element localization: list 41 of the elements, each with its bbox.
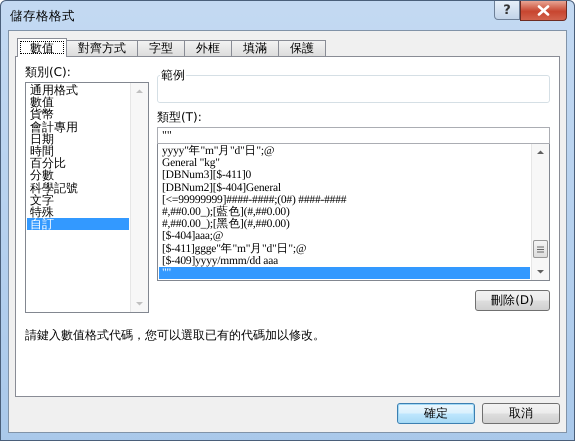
list-item[interactable]: 會計專用 (27, 120, 129, 133)
tab[interactable]: 數值 (17, 38, 67, 57)
close-button[interactable] (520, 1, 567, 21)
list-item[interactable]: 科學記號 (27, 182, 129, 194)
help-button[interactable]: ? (494, 1, 520, 20)
tab[interactable]: 對齊方式 (66, 40, 138, 56)
list-item[interactable]: 特殊 (27, 206, 129, 218)
list-item[interactable]: 百分比 (27, 157, 129, 170)
category-label: 類別(C): (25, 65, 72, 79)
list-item[interactable]: 分數 (27, 169, 129, 182)
scroll-thumb[interactable] (533, 240, 548, 258)
list-item[interactable]: [$-404]aaa;@ (159, 230, 530, 242)
tab[interactable]: 字型 (137, 40, 185, 56)
list-item[interactable]: 數值 (27, 96, 129, 108)
list-item[interactable]: 貨幣 (27, 108, 129, 121)
type-label: 類型(T): (157, 110, 203, 124)
list-item[interactable]: [<=99999999]####-####;(0#) ####-#### (159, 194, 530, 206)
tab[interactable]: 外框 (184, 40, 232, 56)
window-title: 儲存格格式 (9, 8, 75, 25)
close-icon (537, 5, 550, 16)
list-item[interactable]: General "kg" (159, 157, 530, 170)
delete-button[interactable]: 刪除(D) (475, 290, 550, 311)
list-item[interactable]: 文字 (27, 194, 129, 206)
list-item[interactable]: [DBNum2][$-404]General (159, 182, 530, 194)
list-item[interactable]: yyyy"年"m"月"d"日";@ (159, 145, 530, 158)
sample-label: 範例 (160, 68, 186, 82)
tab[interactable]: 填滿 (231, 40, 279, 56)
type-input-field[interactable]: "" (157, 127, 550, 144)
list-item[interactable]: [$-411]ggge"年"m"月"d"日";@ (159, 242, 530, 255)
hint-text: 請鍵入數值格式代碼，您可以選取已有的代碼加以修改。 (25, 327, 326, 344)
scrollbar[interactable] (531, 144, 549, 280)
list-item[interactable]: [$-409]yyyy/mmm/dd aaa (159, 254, 530, 267)
list-item[interactable]: 日期 (27, 132, 129, 145)
tab[interactable]: 保護 (278, 40, 326, 56)
list-item[interactable]: #,##0.00_);[藍色](#,##0.00) (159, 206, 530, 218)
list-item[interactable]: 通用格式 (27, 84, 129, 96)
cancel-button[interactable]: 取消 (482, 403, 560, 424)
ok-button[interactable]: 確定 (397, 403, 475, 424)
list-item[interactable]: #,##0.00_);[黑色](#,##0.00) (159, 218, 530, 230)
list-item[interactable]: [DBNum3][$-411]0 (159, 169, 530, 182)
list-item[interactable]: 時間 (27, 144, 129, 158)
